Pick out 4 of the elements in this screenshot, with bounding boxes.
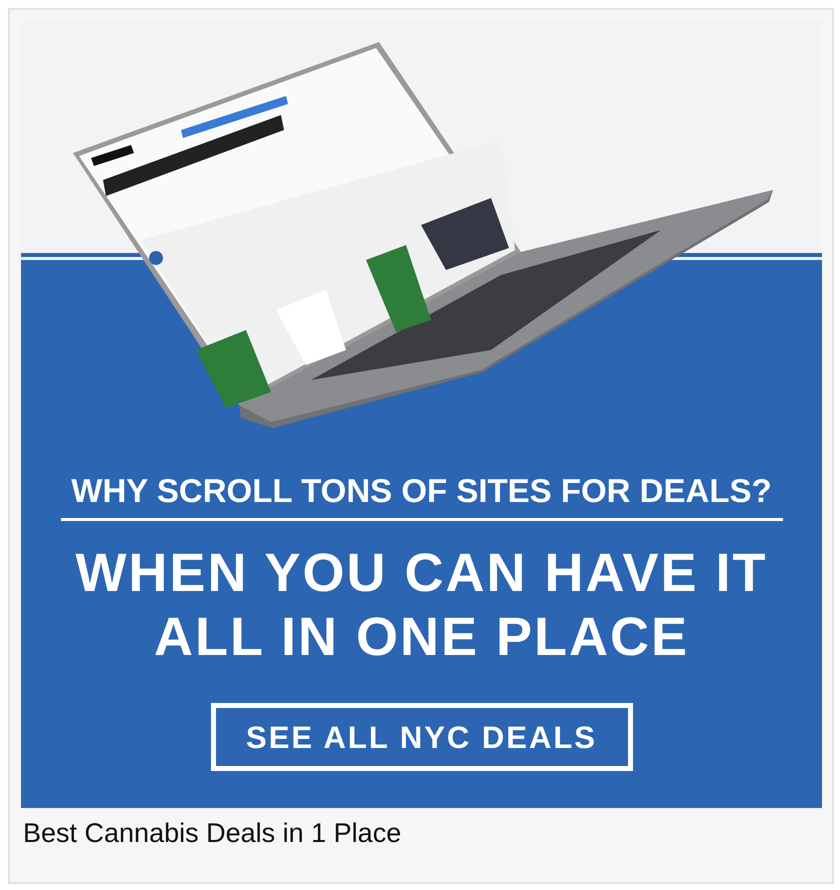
ad-caption: Best Cannabis Deals in 1 Place <box>23 818 402 849</box>
headline-text: WHEN YOU CAN HAVE IT ALL IN ONE PLACE <box>74 542 769 669</box>
see-deals-button[interactable]: SEE ALL NYC DEALS <box>210 703 632 771</box>
question-text: WHY SCROLL TONS OF SITES FOR DEALS? <box>60 472 782 521</box>
